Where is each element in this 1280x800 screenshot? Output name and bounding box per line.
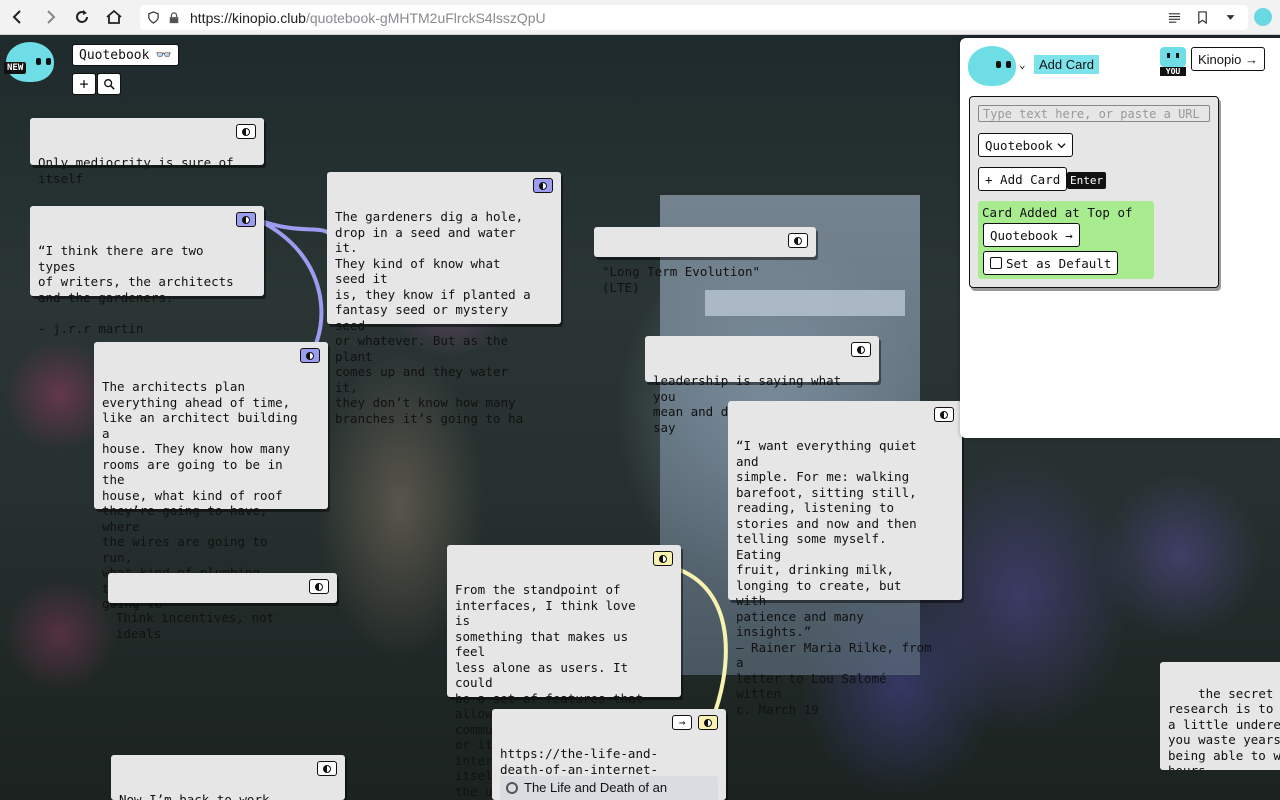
card[interactable]: “I want everything quiet and simple. For… — [728, 401, 962, 717]
connector-button[interactable] — [934, 407, 954, 422]
card[interactable]: Think incentives, not ideals — [108, 573, 337, 641]
you-label: YOU — [1160, 67, 1186, 76]
card-text: Think incentives, not ideals — [116, 610, 282, 641]
connector-button[interactable] — [309, 579, 329, 594]
set-default-label: Set as Default — [1006, 255, 1112, 271]
browser-toolbar: https://kinopio.club/quotebook-gMHTM2uFl… — [0, 0, 1280, 35]
card-text: "Long Term Evolution" (LTE) — [602, 264, 768, 295]
kinopio-button[interactable]: Kinopio → — [1191, 47, 1265, 71]
card-text: “I want everything quiet and simple. For… — [736, 438, 932, 717]
add-card-panel: ⌄ Add Card YOU Kinopio → Quotebook + Add… — [960, 38, 1280, 438]
contrast-icon — [315, 582, 323, 591]
card[interactable]: Now I’m back to work. Games need to be m… — [111, 755, 345, 800]
card-text-input[interactable] — [978, 105, 1210, 122]
back-arrow-icon — [12, 10, 21, 24]
lock-icon[interactable] — [166, 10, 182, 26]
contrast-icon — [306, 351, 314, 360]
connector-button[interactable] — [236, 212, 256, 227]
kinopio-blob-icon[interactable] — [968, 46, 1016, 86]
url-preview-title: The Life and Death of an — [524, 780, 668, 796]
connector-button[interactable] — [236, 124, 256, 139]
set-default-button[interactable]: Set as Default — [983, 251, 1119, 275]
favicon-icon — [506, 782, 518, 794]
card[interactable]: “I think there are two types of writers,… — [30, 206, 264, 336]
enter-key-hint: Enter — [1067, 172, 1107, 189]
space-select[interactable]: Quotebook — [978, 133, 1073, 157]
contrast-icon — [539, 181, 547, 190]
chevron-down-icon[interactable]: ⌄ — [1019, 58, 1026, 71]
connector-button[interactable] — [317, 761, 337, 776]
add-card-dialog: Quotebook + Add Card Enter Card Added at… — [969, 96, 1219, 288]
chevron-down-icon[interactable] — [1222, 9, 1238, 25]
contrast-icon — [659, 554, 667, 563]
space-select-value: Quotebook — [985, 137, 1053, 153]
user-face-icon — [1160, 47, 1186, 67]
contrast-icon — [704, 718, 712, 727]
reload-icon — [76, 10, 88, 23]
card[interactable]: The architects plan everything ahead of … — [94, 342, 328, 611]
bookmark-icon[interactable] — [1194, 9, 1210, 25]
card[interactable]: Only mediocrity is sure of itself — [30, 118, 264, 186]
card[interactable]: "Long Term Evolution" (LTE) — [594, 227, 816, 295]
reader-view-icon[interactable] — [1166, 9, 1182, 25]
contrast-icon — [242, 215, 250, 224]
reload-button[interactable] — [66, 1, 98, 33]
forward-arrow-icon — [47, 10, 56, 24]
card[interactable]: The gardeners dig a hole, drop in a seed… — [327, 172, 561, 426]
connector-button[interactable] — [788, 233, 808, 248]
connector-button[interactable] — [300, 348, 320, 363]
url-bar[interactable]: https://kinopio.club/quotebook-gMHTM2uFl… — [140, 5, 1248, 30]
add-space-button[interactable]: + — [72, 73, 96, 95]
contrast-icon — [242, 127, 250, 136]
contrast-icon — [323, 764, 331, 773]
glasses-icon: 👓 — [155, 47, 172, 63]
quotebook-link-button[interactable]: Quotebook → — [983, 223, 1080, 247]
add-card-button[interactable]: + Add Card — [978, 167, 1068, 191]
add-card-tab[interactable]: Add Card — [1034, 55, 1099, 74]
search-button[interactable] — [97, 73, 121, 95]
card-text: the secret to doi research is to al a li… — [1168, 685, 1280, 771]
connector-button[interactable] — [698, 715, 718, 730]
space-name: Quotebook — [79, 47, 150, 63]
card-text: “I think there are two types of writers,… — [38, 243, 234, 336]
new-badge: NEW — [4, 62, 27, 74]
home-button[interactable] — [98, 1, 130, 33]
eye-icon — [1006, 61, 1011, 68]
card-text: Now I’m back to work. Games need to be m… — [119, 792, 278, 800]
search-icon — [104, 79, 115, 90]
eye-icon — [46, 58, 51, 65]
space-name-button[interactable]: Quotebook 👓 — [72, 44, 179, 66]
shield-icon[interactable] — [145, 10, 161, 26]
plus-icon: + — [79, 75, 89, 93]
kinopio-extension-icon[interactable] — [1254, 8, 1272, 26]
eye-icon — [36, 58, 41, 65]
url-preview[interactable]: The Life and Death of an — [500, 776, 718, 800]
card-text: The gardeners dig a hole, drop in a seed… — [335, 209, 531, 426]
chevron-down-icon — [1057, 142, 1066, 148]
url-card[interactable]: https://the-life-and- death-of-an-intern… — [492, 709, 726, 800]
forward-button[interactable] — [34, 1, 66, 33]
contrast-icon — [794, 236, 802, 245]
contrast-icon — [940, 410, 948, 419]
card[interactable]: leadership is saying what you mean and d… — [645, 336, 879, 435]
purple-connection-path[interactable] — [257, 218, 324, 357]
user-avatar[interactable]: YOU — [1160, 47, 1186, 77]
connector-button[interactable] — [653, 551, 673, 566]
url-path: /quotebook-gMHTM2uFlrckS4lsszQpU — [305, 9, 546, 26]
set-default-checkbox[interactable] — [990, 257, 1002, 269]
success-notification: Card Added at Top of Space Quotebook → S… — [978, 201, 1154, 279]
connector-button[interactable] — [533, 178, 553, 193]
url-host: https://kinopio.club — [190, 9, 306, 26]
home-icon — [106, 9, 122, 24]
yellow-connection-path[interactable] — [679, 568, 728, 721]
open-url-button[interactable]: → — [672, 715, 692, 730]
eye-icon — [996, 61, 1001, 68]
card[interactable]: From the standpoint of interfaces, I thi… — [447, 545, 681, 799]
contrast-icon — [857, 345, 865, 354]
connector-button[interactable] — [851, 342, 871, 357]
card[interactable]: the secret to doi research is to al a li… — [1160, 662, 1280, 770]
card-text: Only mediocrity is sure of itself — [38, 155, 234, 186]
back-button[interactable] — [2, 1, 34, 33]
